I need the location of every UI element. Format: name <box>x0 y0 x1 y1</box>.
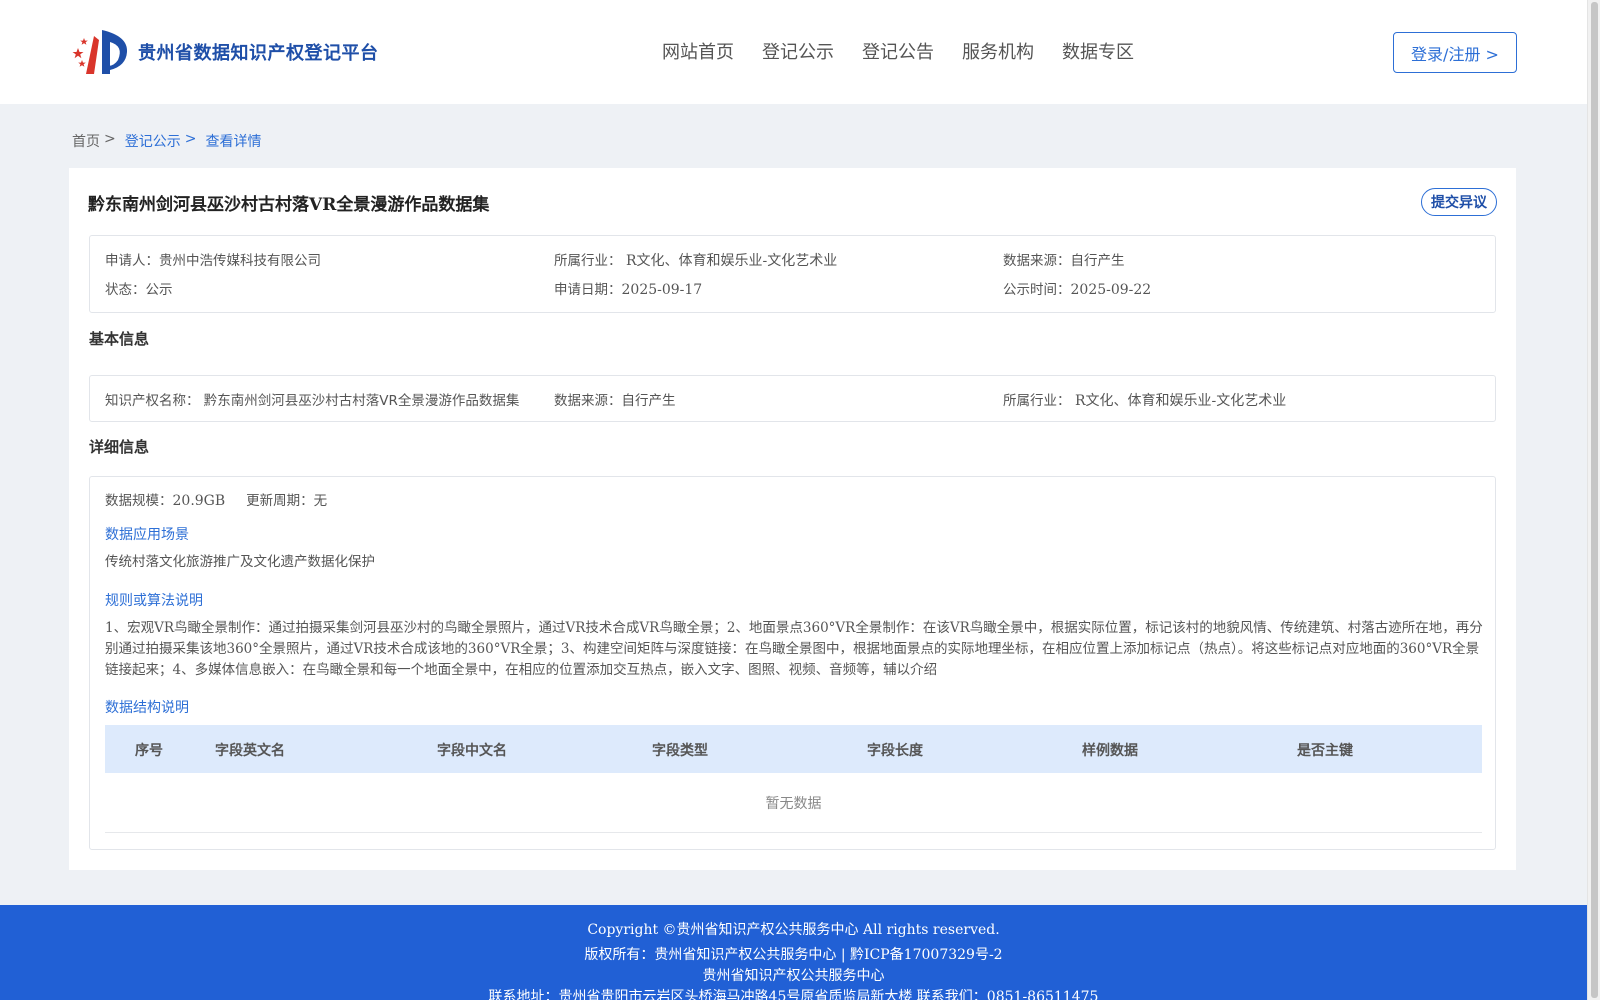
detail-info-heading: 详细信息 <box>89 438 150 456</box>
site-title: 贵州省数据知识产权登记平台 <box>138 43 379 64</box>
basic-info-panel: 知识产权名称： 黔东南州剑河县巫沙村古村落VR全景漫游作品数据集 数据来源：自行… <box>89 375 1496 422</box>
column-header: 样例数据 <box>1082 743 1138 759</box>
apply-date-field: 申请日期：2025-09-17 <box>554 278 702 298</box>
breadcrumb-registration-publicity[interactable]: 登记公示 <box>125 131 181 151</box>
scrollbar-thumb[interactable] <box>1591 2 1598 998</box>
structure-heading: 数据结构说明 <box>105 700 189 716</box>
status-field: 状态：公示 <box>105 278 173 298</box>
applicant-label: 申请人： <box>105 253 159 269</box>
logo-emblem-icon <box>72 30 128 74</box>
publish-date-value: 2025-09-22 <box>1070 282 1152 298</box>
column-header: 字段中文名 <box>437 743 507 759</box>
nav-registration-announcement[interactable]: 登记公告 <box>862 38 934 64</box>
breadcrumb-home[interactable]: 首页 <box>72 131 100 151</box>
nav-service-agencies[interactable]: 服务机构 <box>962 38 1034 64</box>
nav-registration-publicity[interactable]: 登记公示 <box>762 38 834 64</box>
data-scale-value: 20.9GB <box>172 493 226 509</box>
source-field: 数据来源：自行产生 <box>1003 249 1125 269</box>
login-register-button[interactable]: 登录/注册 > <box>1393 32 1517 73</box>
column-header: 是否主键 <box>1297 743 1353 759</box>
table-header: 序号 字段英文名 字段中文名 字段类型 字段长度 样例数据 是否主键 <box>105 725 1482 773</box>
apply-date-label: 申请日期： <box>554 282 622 298</box>
update-cycle-label: 更新周期： <box>246 493 314 509</box>
update-cycle-value: 无 <box>313 493 328 509</box>
scenario-text: 传统村落文化旅游推广及文化遗产数据化保护 <box>105 554 375 570</box>
industry-field: 所属行业： R文化、体育和娱乐业-文化艺术业 <box>554 249 837 270</box>
site-footer: Copyright ©贵州省知识产权公共服务中心 All rights rese… <box>0 905 1587 1000</box>
publish-date-field: 公示时间：2025-09-22 <box>1003 278 1151 298</box>
basic-industry-label: 所属行业： <box>1003 393 1071 409</box>
ip-name-label: 知识产权名称： <box>105 393 200 409</box>
status-value: 公示 <box>145 282 173 298</box>
column-header: 字段类型 <box>652 743 708 759</box>
footer-contact: 联系地址：贵州省贵阳市云岩区头桥海马冲路45号原省质监局新大楼 联系我们：085… <box>488 989 1099 1000</box>
industry-value: R文化、体育和娱乐业-文化艺术业 <box>621 253 838 269</box>
algorithm-text: 1、宏观VR鸟瞰全景制作：通过拍摄采集剑河县巫沙村的鸟瞰全景照片，通过VR技术合… <box>105 620 1483 678</box>
main-nav: 网站首页 登记公示 登记公告 服务机构 数据专区 <box>662 38 1162 64</box>
footer-copyright: Copyright ©贵州省知识产权公共服务中心 All rights rese… <box>587 922 1000 938</box>
ip-name-value: 黔东南州剑河县巫沙村古村落VR全景漫游作品数据集 <box>199 393 520 409</box>
industry-label: 所属行业： <box>554 253 622 269</box>
ip-name-field: 知识产权名称： 黔东南州剑河县巫沙村古村落VR全景漫游作品数据集 <box>105 389 519 409</box>
data-structure-table: 序号 字段英文名 字段中文名 字段类型 字段长度 样例数据 是否主键 暂无数据 <box>105 725 1482 833</box>
breadcrumb-separator: > <box>184 131 197 147</box>
apply-date-value: 2025-09-17 <box>621 282 703 298</box>
submit-objection-button[interactable]: 提交异议 <box>1421 188 1497 216</box>
source-value: 自行产生 <box>1070 253 1125 269</box>
applicant-value: 贵州中浩传媒科技有限公司 <box>159 253 321 269</box>
detail-card: 黔东南州剑河县巫沙村古村落VR全景漫游作品数据集 提交异议 申请人：贵州中浩传媒… <box>69 168 1516 870</box>
breadcrumb: 首页 > 登记公示 > 查看详情 <box>72 131 261 151</box>
footer-org: 贵州省知识产权公共服务中心 <box>702 968 885 984</box>
footer-owner: 版权所有：贵州省知识产权公共服务中心 | 黔ICP备17007329号-2 <box>584 947 1003 963</box>
breadcrumb-current: 查看详情 <box>205 134 262 150</box>
page-title: 黔东南州剑河县巫沙村古村落VR全景漫游作品数据集 <box>88 195 490 215</box>
nav-data-zone[interactable]: 数据专区 <box>1062 38 1134 64</box>
basic-source-field: 数据来源：自行产生 <box>554 389 676 409</box>
table-empty-state: 暂无数据 <box>105 773 1482 833</box>
data-scale-label: 数据规模： <box>105 493 173 509</box>
scenario-heading: 数据应用场景 <box>105 527 189 543</box>
breadcrumb-separator: > <box>104 131 116 147</box>
detail-info-panel: 数据规模：20.9GB 更新周期：无 数据应用场景 传统村落文化旅游推广及文化遗产… <box>89 476 1496 850</box>
basic-industry-field: 所属行业： R文化、体育和娱乐业-文化艺术业 <box>1003 389 1286 410</box>
basic-industry-value: R文化、体育和娱乐业-文化艺术业 <box>1070 393 1287 409</box>
basic-info-heading: 基本信息 <box>89 330 150 348</box>
site-header: 贵州省数据知识产权登记平台 网站首页 登记公示 登记公告 服务机构 数据专区 登… <box>0 0 1587 104</box>
summary-panel: 申请人：贵州中浩传媒科技有限公司 所属行业： R文化、体育和娱乐业-文化艺术业 … <box>89 235 1496 313</box>
column-header: 字段英文名 <box>215 743 285 759</box>
source-label: 数据来源： <box>1003 253 1071 269</box>
nav-home[interactable]: 网站首页 <box>662 38 734 64</box>
applicant-field: 申请人：贵州中浩传媒科技有限公司 <box>105 249 321 269</box>
column-header: 字段长度 <box>867 743 923 759</box>
logo[interactable]: 贵州省数据知识产权登记平台 <box>72 26 379 78</box>
status-label: 状态： <box>105 282 146 298</box>
publish-date-label: 公示时间： <box>1003 282 1071 298</box>
data-scale-field: 数据规模：20.9GB 更新周期：无 <box>105 489 327 509</box>
basic-source-label: 数据来源： <box>554 393 622 409</box>
column-header: 序号 <box>135 743 163 759</box>
vertical-scrollbar[interactable] <box>1587 0 1600 1000</box>
basic-source-value: 自行产生 <box>621 393 676 409</box>
algorithm-heading: 规则或算法说明 <box>105 593 203 609</box>
